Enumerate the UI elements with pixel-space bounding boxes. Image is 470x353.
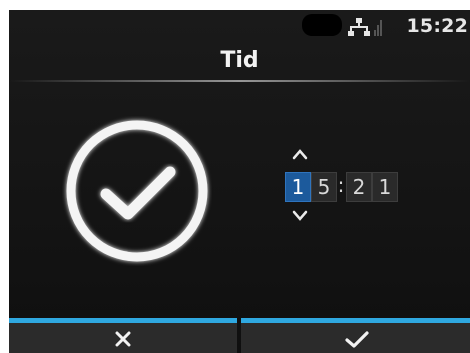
signal-icon <box>374 20 382 36</box>
time-digit-4[interactable]: 1 <box>372 172 398 202</box>
title-divider <box>9 80 470 82</box>
status-bar: 15:22 <box>270 10 470 46</box>
checkmark-icon <box>345 331 369 348</box>
close-icon <box>115 331 131 347</box>
time-digit-1[interactable]: 1 <box>285 172 311 202</box>
network-icon <box>348 18 370 36</box>
time-digit-2[interactable]: 5 <box>311 172 337 202</box>
redaction-blob <box>302 14 342 36</box>
confirm-button[interactable] <box>241 318 470 353</box>
status-time: 15:22 <box>406 15 468 37</box>
cancel-button[interactable] <box>9 318 237 353</box>
clock-check-icon <box>66 120 208 262</box>
increment-arrow-icon[interactable] <box>292 148 308 160</box>
printer-display: 15:22 Tid 1 5 : 2 1 <box>9 10 470 353</box>
decrement-arrow-icon[interactable] <box>292 209 308 221</box>
page-title: Tid <box>220 48 259 73</box>
time-separator: : <box>337 173 345 197</box>
time-digit-3[interactable]: 2 <box>346 172 372 202</box>
